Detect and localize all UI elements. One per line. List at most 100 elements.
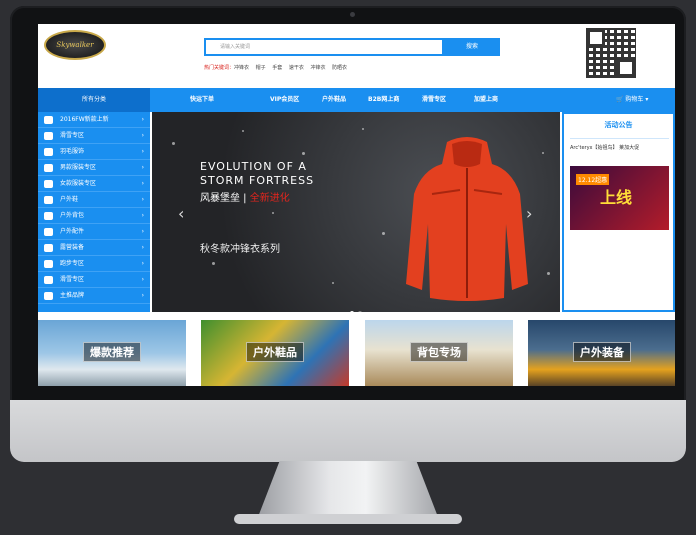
hot-keyword[interactable]: 防晒衣 [332,65,347,71]
sidebar-item-label: 羽毛服饰 [60,148,85,155]
hero-banner[interactable]: EVOLUTION OF A STORM FORTRESS 风暴堡垒 | 全新进… [152,112,560,312]
banner-pagination[interactable] [348,300,364,312]
cart-link[interactable]: 🛒 购物车 ▾ [616,88,648,112]
sidebar-item[interactable]: 主推品牌 › [38,288,150,304]
banner-dot[interactable] [358,311,362,312]
hot-keyword[interactable]: 速干衣 [289,65,304,71]
tile-caption: 户外装备 [573,342,631,362]
banner-series-text: 秋冬款冲锋衣系列 [200,244,280,255]
chevron-right-icon: › [141,228,144,235]
sidebar-item[interactable]: 羽毛服饰 › [38,144,150,160]
chevron-right-icon: › [141,180,144,187]
hot-keywords-list: 冲锋衣 帽子 手套 速干衣 冲锋衣 防晒衣 [234,64,352,71]
monitor-stand [258,461,438,517]
banner-title-line2: STORM FORTRESS [200,174,315,187]
tile-caption: 户外鞋品 [246,342,304,362]
category-sidebar: 2016FW新款上新 › 滑雪专区 › 羽毛服饰 › 男款服装专区 › 女款服装专区 › … [38,112,150,312]
accessory-icon [44,228,53,236]
sidebar-item-label: 2016FW新款上新 [60,116,109,123]
ski-icon [44,132,53,140]
hot-keyword[interactable]: 手套 [272,65,282,71]
male-icon [44,164,53,172]
sidebar-item-label: 主推品牌 [60,292,85,299]
sidebar-item[interactable]: 2016FW新款上新 › [38,112,150,128]
promo-ad[interactable]: 12.12超惠 上线 [570,166,669,230]
tile-caption: 爆款推荐 [83,342,141,362]
backpack-icon [44,212,53,220]
promo-headline: 上线 [600,188,633,207]
tag-icon [44,116,53,124]
nav-item[interactable]: 加盟上商 [474,88,498,112]
cart-icon: 🛒 [616,96,624,103]
nav-item[interactable]: 滑雪专区 [422,88,446,112]
chevron-right-icon: › [141,244,144,251]
female-icon [44,180,53,188]
chevron-right-icon: › [141,212,144,219]
divider [570,138,669,139]
chevron-right-icon: › [141,276,144,283]
sidebar-item[interactable]: 露营装备 › [38,240,150,256]
chevron-right-icon: › [141,292,144,299]
announcement-item[interactable]: Arc'teryx【始祖鸟】 莱加大促 [570,144,639,151]
category-tile[interactable]: 户外装备 [528,320,675,386]
sidebar-item[interactable]: 滑雪专区 › [38,128,150,144]
nav-item[interactable]: B2B网上商 [368,88,399,112]
sidebar-item[interactable]: 跑步专区 › [38,256,150,272]
sidebar-item[interactable]: 户外背包 › [38,208,150,224]
feather-icon [44,148,53,156]
chevron-right-icon: › [141,116,144,123]
chevron-down-icon: ▾ [645,96,649,103]
category-tile[interactable]: 户外鞋品 [201,320,349,386]
hot-keyword[interactable]: 帽子 [256,65,266,71]
sidebar-item-label: 滑雪专区 [60,276,85,283]
all-categories-tab[interactable]: 所有分类 [38,88,150,112]
sidebar-item[interactable]: 男款服装专区 › [38,160,150,176]
hot-keyword[interactable]: 冲锋衣 [234,65,249,71]
sidebar-item[interactable]: 户外鞋 › [38,192,150,208]
chevron-right-icon: › [141,148,144,155]
snowboard-icon [44,276,53,284]
sidebar-item-label: 户外背包 [60,212,85,219]
brand-icon [44,292,53,300]
website-screen: Skywalker 请输入关键词 搜索 热门关键词： 冲锋衣 帽子 手套 速干衣… [38,24,675,386]
search-input[interactable]: 请输入关键词 [204,38,444,56]
qr-code [586,28,636,78]
sidebar-item-label: 户外配件 [60,228,85,235]
chevron-right-icon: › [141,260,144,267]
sidebar-item-label: 女款服装专区 [60,180,97,187]
hot-keywords-label: 热门关键词： [204,65,235,71]
search-button[interactable]: 搜索 [444,38,500,56]
banner-next-arrow[interactable]: › [526,204,532,223]
category-tile[interactable]: 背包专场 [365,320,513,386]
nav-item[interactable]: VIP会员区 [270,88,299,112]
announcement-panel: 活动公告 Arc'teryx【始祖鸟】 莱加大促 12.12超惠 上线 [562,112,675,312]
sidebar-item-label: 露营装备 [60,244,85,251]
sidebar-item-label: 滑雪专区 [60,132,85,139]
sidebar-item[interactable]: 女款服装专区 › [38,176,150,192]
banner-dot[interactable] [350,311,354,312]
hot-keyword[interactable]: 冲锋衣 [310,65,325,71]
tent-icon [44,244,53,252]
tile-caption: 背包专场 [410,342,468,362]
jacket-image [406,137,528,301]
sidebar-item-label: 男款服装专区 [60,164,97,171]
site-logo[interactable]: Skywalker [44,30,106,60]
cart-label: 购物车 [625,96,644,103]
nav-item[interactable]: 户外鞋品 [322,88,346,112]
chevron-right-icon: › [141,164,144,171]
sidebar-item[interactable]: 滑雪专区 › [38,272,150,288]
category-tile[interactable]: 爆款推荐 [38,320,186,386]
sidebar-item-label: 户外鞋 [60,196,79,203]
running-icon [44,260,53,268]
nav-item[interactable]: 快运下单 [190,88,214,112]
banner-title-line1: EVOLUTION OF A [200,160,307,173]
monitor-stand-base [234,514,462,524]
banner-subtitle: 风暴堡垒 | 全新进化 [200,193,290,204]
chevron-right-icon: › [141,196,144,203]
camera-dot [350,12,355,17]
chevron-right-icon: › [141,132,144,139]
sidebar-item[interactable]: 户外配件 › [38,224,150,240]
monitor-chin [10,400,686,462]
announcement-title: 活动公告 [604,121,633,129]
banner-prev-arrow[interactable]: ‹ [178,204,184,223]
